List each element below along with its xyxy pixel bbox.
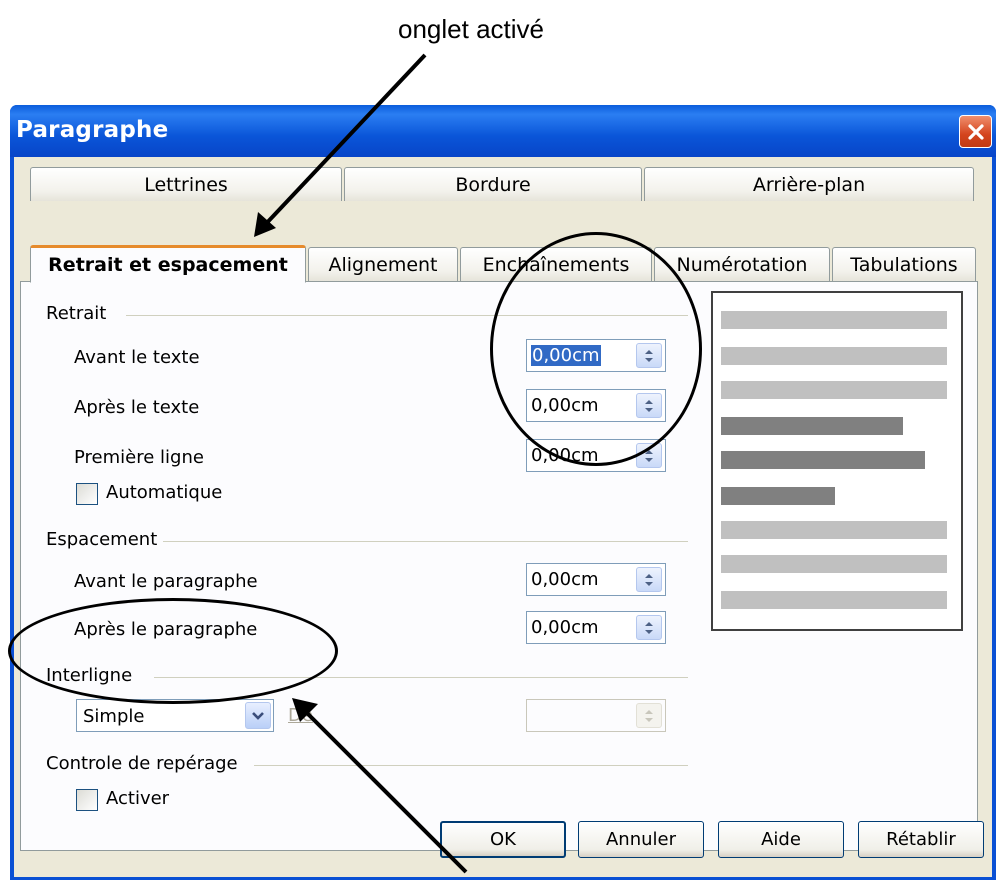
avant-le-paragraphe-spinner[interactable]: 0,00cm	[526, 563, 666, 596]
section-divider	[126, 315, 688, 316]
section-heading-controle: Controle de repérage	[46, 753, 244, 774]
preview-line	[721, 521, 947, 539]
de-label: De	[288, 705, 313, 726]
annotation-caption: onglet activé	[398, 14, 544, 44]
apres-le-paragraphe-label: Après le paragraphe	[74, 619, 258, 640]
tab-label: Alignement	[328, 253, 438, 276]
section-divider	[154, 677, 688, 678]
close-icon	[967, 123, 984, 140]
tab-label: Tabulations	[850, 253, 958, 276]
paragraph-dialog: Paragraphe Lettrines Bordure Arrière-pla…	[10, 105, 996, 880]
ok-button[interactable]: OK	[440, 821, 566, 858]
preview-line	[721, 591, 947, 609]
tab-label: Retrait et espacement	[48, 254, 288, 276]
paragraph-preview	[711, 291, 963, 631]
automatique-label: Automatique	[106, 482, 223, 503]
tab-label: Arrière-plan	[752, 173, 866, 196]
dialog-title: Paragraphe	[16, 117, 169, 143]
button-label: Rétablir	[886, 829, 956, 850]
title-bar[interactable]: Paragraphe	[10, 105, 996, 157]
tab-lettrines[interactable]: Lettrines	[30, 167, 342, 201]
section-heading-espacement: Espacement	[46, 529, 164, 550]
spin-arrows-icon[interactable]	[636, 703, 662, 728]
preview-line	[721, 487, 835, 505]
spinner-value: 0,00cm	[531, 445, 599, 466]
spin-arrows-icon[interactable]	[636, 443, 662, 468]
spin-arrows-icon[interactable]	[636, 343, 662, 368]
tab-label: Lettrines	[144, 173, 228, 196]
avant-le-texte-label: Avant le texte	[74, 347, 200, 368]
avant-le-texte-spinner[interactable]: 0,00cm	[526, 339, 666, 372]
tab-label: Enchaînements	[482, 253, 630, 276]
spin-arrows-icon[interactable]	[636, 393, 662, 418]
preview-line	[721, 381, 947, 399]
apres-le-texte-label: Après le texte	[74, 397, 200, 418]
apres-le-texte-spinner[interactable]: 0,00cm	[526, 389, 666, 422]
apres-le-paragraphe-spinner[interactable]: 0,00cm	[526, 611, 666, 644]
section-heading-retrait: Retrait	[46, 303, 113, 324]
chevron-down-icon[interactable]	[245, 702, 271, 729]
close-button[interactable]	[959, 115, 992, 148]
preview-line	[721, 347, 947, 365]
retablir-button[interactable]: Rétablir	[858, 821, 984, 858]
select-value: Simple	[83, 706, 145, 727]
tab-label: Numérotation	[676, 253, 808, 276]
button-label: Annuler	[605, 829, 676, 850]
tab-label: Bordure	[455, 173, 531, 196]
preview-line	[721, 555, 947, 573]
spinner-value: 0,00cm	[531, 569, 599, 590]
activer-checkbox[interactable]	[76, 789, 98, 811]
tab-numerotation[interactable]: Numérotation	[654, 247, 830, 281]
spinner-value: 0,00cm	[531, 345, 601, 366]
tab-arriere-plan[interactable]: Arrière-plan	[644, 167, 974, 201]
aide-button[interactable]: Aide	[718, 821, 844, 858]
section-divider	[162, 541, 688, 542]
premiere-ligne-spinner[interactable]: 0,00cm	[526, 439, 666, 472]
tab-bordure[interactable]: Bordure	[344, 167, 642, 201]
annuler-button[interactable]: Annuler	[578, 821, 704, 858]
tab-enchainements[interactable]: Enchaînements	[460, 247, 652, 281]
tab-tabulations[interactable]: Tabulations	[832, 247, 976, 281]
spinner-value: 0,00cm	[531, 617, 599, 638]
tab-retrait-et-espacement[interactable]: Retrait et espacement	[30, 245, 306, 283]
spinner-value: 0,00cm	[531, 395, 599, 416]
dialog-client-area: Lettrines Bordure Arrière-plan Retrait e…	[14, 157, 992, 877]
button-label: OK	[490, 829, 516, 850]
preview-line	[721, 311, 947, 329]
activer-label: Activer	[106, 788, 170, 809]
de-spinner[interactable]	[526, 699, 666, 732]
avant-le-paragraphe-label: Avant le paragraphe	[74, 571, 258, 592]
tab-alignement[interactable]: Alignement	[308, 247, 458, 281]
preview-line	[721, 451, 925, 469]
section-heading-interligne: Interligne	[46, 665, 139, 686]
spin-arrows-icon[interactable]	[636, 567, 662, 592]
button-label: Aide	[761, 829, 801, 850]
section-divider	[254, 765, 688, 766]
preview-line	[721, 417, 903, 435]
automatique-checkbox[interactable]	[76, 483, 98, 505]
interligne-select[interactable]: Simple	[76, 699, 274, 732]
premiere-ligne-label: Première ligne	[74, 447, 204, 468]
spin-arrows-icon[interactable]	[636, 615, 662, 640]
